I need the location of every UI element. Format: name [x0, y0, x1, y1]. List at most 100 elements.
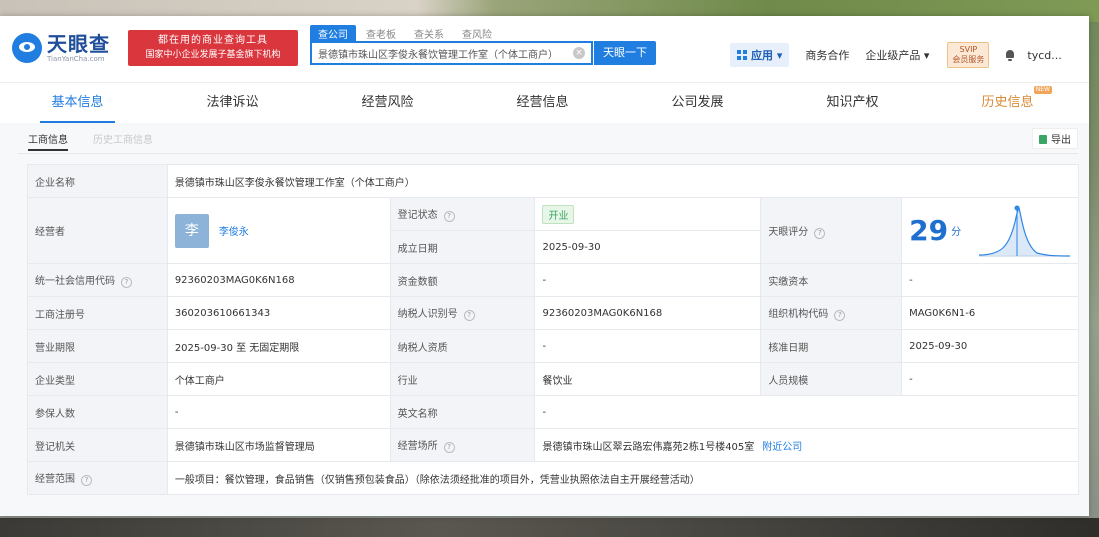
- site-header: 天眼查 TianYanCha.com 都在用的商业查询工具 国家中小企业发展子基…: [0, 16, 1089, 82]
- nearby-companies-link[interactable]: 附近公司: [762, 442, 802, 453]
- reg-status-label-text: 登记状态: [397, 210, 438, 221]
- credit-code-label-text: 统一社会信用代码: [35, 276, 115, 287]
- table-row: 企业类型 个体工商户 行业 餐饮业 人员规模 -: [27, 362, 1079, 396]
- bell-icon[interactable]: [1005, 49, 1015, 61]
- clear-icon[interactable]: ×: [573, 47, 585, 59]
- export-label: 导出: [1051, 135, 1071, 146]
- svip-line1: SVIP: [959, 45, 978, 54]
- search-tab-risk[interactable]: 查风险: [454, 25, 500, 42]
- reg-no-label: 工商注册号: [27, 296, 168, 330]
- help-icon[interactable]: ?: [443, 211, 455, 222]
- help-icon[interactable]: ?: [121, 277, 132, 288]
- tab-business-info[interactable]: 经营信息: [465, 83, 620, 123]
- subtab-history-registration[interactable]: 历史工商信息: [93, 131, 153, 146]
- tab-risk[interactable]: 经营风险: [310, 83, 465, 123]
- paid-capital-value: -: [901, 263, 1079, 297]
- main-tabs: 基本信息 法律诉讼 经营风险 经营信息 公司发展 知识产权 历史信息 NEW: [0, 82, 1089, 123]
- org-code-label: 组织机构代码?: [760, 296, 903, 330]
- table-row: 经营者 李李俊永 登记状态? 开业 天眼评分? 29 分: [27, 197, 1079, 264]
- app-menu-button[interactable]: 应用 ▾: [730, 43, 790, 67]
- authority-label: 登记机关: [27, 428, 168, 462]
- search-tab-company[interactable]: 查公司: [310, 25, 356, 42]
- taxpayer-id-value: 92360203MAG0K6N168: [534, 296, 762, 330]
- help-icon[interactable]: ?: [814, 227, 826, 239]
- org-code-label-text: 组织机构代码: [768, 309, 829, 320]
- score-cell[interactable]: 29 分: [901, 197, 1079, 264]
- logo-title: 天眼查: [47, 32, 110, 56]
- reg-status-cell: 开业: [534, 197, 762, 231]
- user-menu[interactable]: tycd...: [1027, 49, 1061, 62]
- promo-line1: 都在用的商业查询工具: [158, 35, 268, 46]
- help-icon[interactable]: ?: [443, 442, 455, 453]
- excel-icon: [1039, 135, 1047, 144]
- type-label: 企业类型: [27, 362, 168, 396]
- search-type-tabs: 查公司 查老板 查关系 查风险: [310, 25, 502, 42]
- export-button[interactable]: 导出: [1032, 128, 1078, 149]
- promo-line2: 国家中小企业发展子基金旗下机构: [145, 50, 281, 60]
- credit-code-value: 92360203MAG0K6N168: [166, 263, 391, 297]
- svip-badge[interactable]: SVIP 会员服务: [947, 42, 990, 68]
- score-label: 天眼评分?: [760, 197, 903, 264]
- scope-label: 经营范围?: [27, 461, 168, 495]
- capital-label: 资金数额: [389, 263, 536, 297]
- operator-cell: 李李俊永: [166, 197, 391, 264]
- search-tab-relation[interactable]: 查关系: [406, 25, 452, 42]
- tab-legal[interactable]: 法律诉讼: [155, 83, 310, 123]
- grid-icon: [737, 50, 747, 60]
- promo-banner[interactable]: 都在用的商业查询工具 国家中小企业发展子基金旗下机构: [128, 30, 298, 66]
- subtab-business-registration[interactable]: 工商信息: [28, 131, 68, 151]
- svip-line2: 会员服务: [952, 55, 985, 64]
- staff-size-value: -: [901, 362, 1079, 396]
- english-name-value: -: [534, 395, 1079, 429]
- reg-no-value: 360203610661343: [166, 296, 391, 330]
- taxpayer-qual-value: -: [534, 329, 762, 363]
- logo[interactable]: 天眼查 TianYanCha.com: [12, 33, 110, 63]
- search-button[interactable]: 天眼一下: [594, 41, 656, 65]
- nav-business[interactable]: 商务合作: [805, 47, 849, 63]
- search-box: ×: [310, 41, 593, 65]
- operator-label: 经营者: [27, 197, 168, 264]
- company-name-value: 景德镇市珠山区李俊永餐饮管理工作室（个体工商户）: [166, 164, 1080, 198]
- status-badge: 开业: [542, 204, 575, 224]
- eye-logo-icon: [12, 33, 42, 63]
- search-tab-boss[interactable]: 查老板: [358, 25, 404, 42]
- table-row: 营业期限 2025-09-30 至 无固定期限 纳税人资质 - 核准日期 202…: [27, 329, 1079, 363]
- term-label: 营业期限: [27, 329, 168, 363]
- insured-value: -: [166, 395, 391, 429]
- tab-development[interactable]: 公司发展: [620, 83, 775, 123]
- address-cell: 景德镇市珠山区翠云路宏伟嘉苑2栋1号楼405室 附近公司: [534, 428, 1079, 462]
- address-value: 景德镇市珠山区翠云路宏伟嘉苑2栋1号楼405室: [542, 441, 755, 453]
- scope-value: 一般项目：餐饮管理，食品销售（仅销售预包装食品）（除依法须经批准的项目外，凭营业…: [166, 461, 1080, 495]
- logo-subtitle: TianYanCha.com: [47, 55, 105, 63]
- insured-label: 参保人数: [27, 395, 168, 429]
- help-icon[interactable]: ?: [81, 475, 92, 486]
- paid-capital-label: 实缴资本: [760, 263, 903, 297]
- score-value: 29: [909, 214, 949, 247]
- search-input[interactable]: [312, 43, 574, 64]
- avatar[interactable]: 李: [174, 213, 209, 248]
- taxpayer-qual-label: 纳税人资质: [389, 329, 536, 363]
- browser-page: 天眼查 TianYanCha.com 都在用的商业查询工具 国家中小企业发展子基…: [0, 16, 1089, 516]
- background-bottom: [0, 518, 1099, 537]
- header-nav: 应用 ▾ 商务合作 企业级产品 ▾ SVIP 会员服务 tycd...: [730, 42, 1062, 68]
- table-row: 登记机关 景德镇市珠山区市场监督管理局 经营场所? 景德镇市珠山区翠云路宏伟嘉苑…: [27, 428, 1079, 462]
- help-icon[interactable]: ?: [463, 310, 475, 321]
- nav-enterprise[interactable]: 企业级产品 ▾: [865, 47, 929, 63]
- tab-basic-info[interactable]: 基本信息: [0, 83, 155, 123]
- tab-ip[interactable]: 知识产权: [775, 83, 930, 123]
- tab-history[interactable]: 历史信息 NEW: [930, 83, 1085, 123]
- term-value: 2025-09-30 至 无固定期限: [166, 329, 391, 363]
- table-row: 统一社会信用代码? 92360203MAG0K6N168 资金数额 - 实缴资本…: [27, 263, 1079, 297]
- tab-history-label: 历史信息: [981, 95, 1034, 110]
- operator-name-link[interactable]: 李俊永: [219, 227, 249, 238]
- english-name-label: 英文名称: [389, 395, 536, 429]
- sub-tab-bar: 工商信息 历史工商信息 导出: [18, 123, 1078, 154]
- authority-value: 景德镇市珠山区市场监督管理局: [166, 428, 391, 462]
- app-menu-label: 应用: [751, 49, 773, 62]
- table-row: 参保人数 - 英文名称 -: [27, 395, 1079, 429]
- address-label-text: 经营场所: [397, 441, 438, 452]
- score-unit: 分: [951, 227, 962, 238]
- help-icon[interactable]: ?: [834, 310, 846, 321]
- address-label: 经营场所?: [389, 428, 536, 462]
- founded-value: 2025-09-30: [534, 230, 762, 264]
